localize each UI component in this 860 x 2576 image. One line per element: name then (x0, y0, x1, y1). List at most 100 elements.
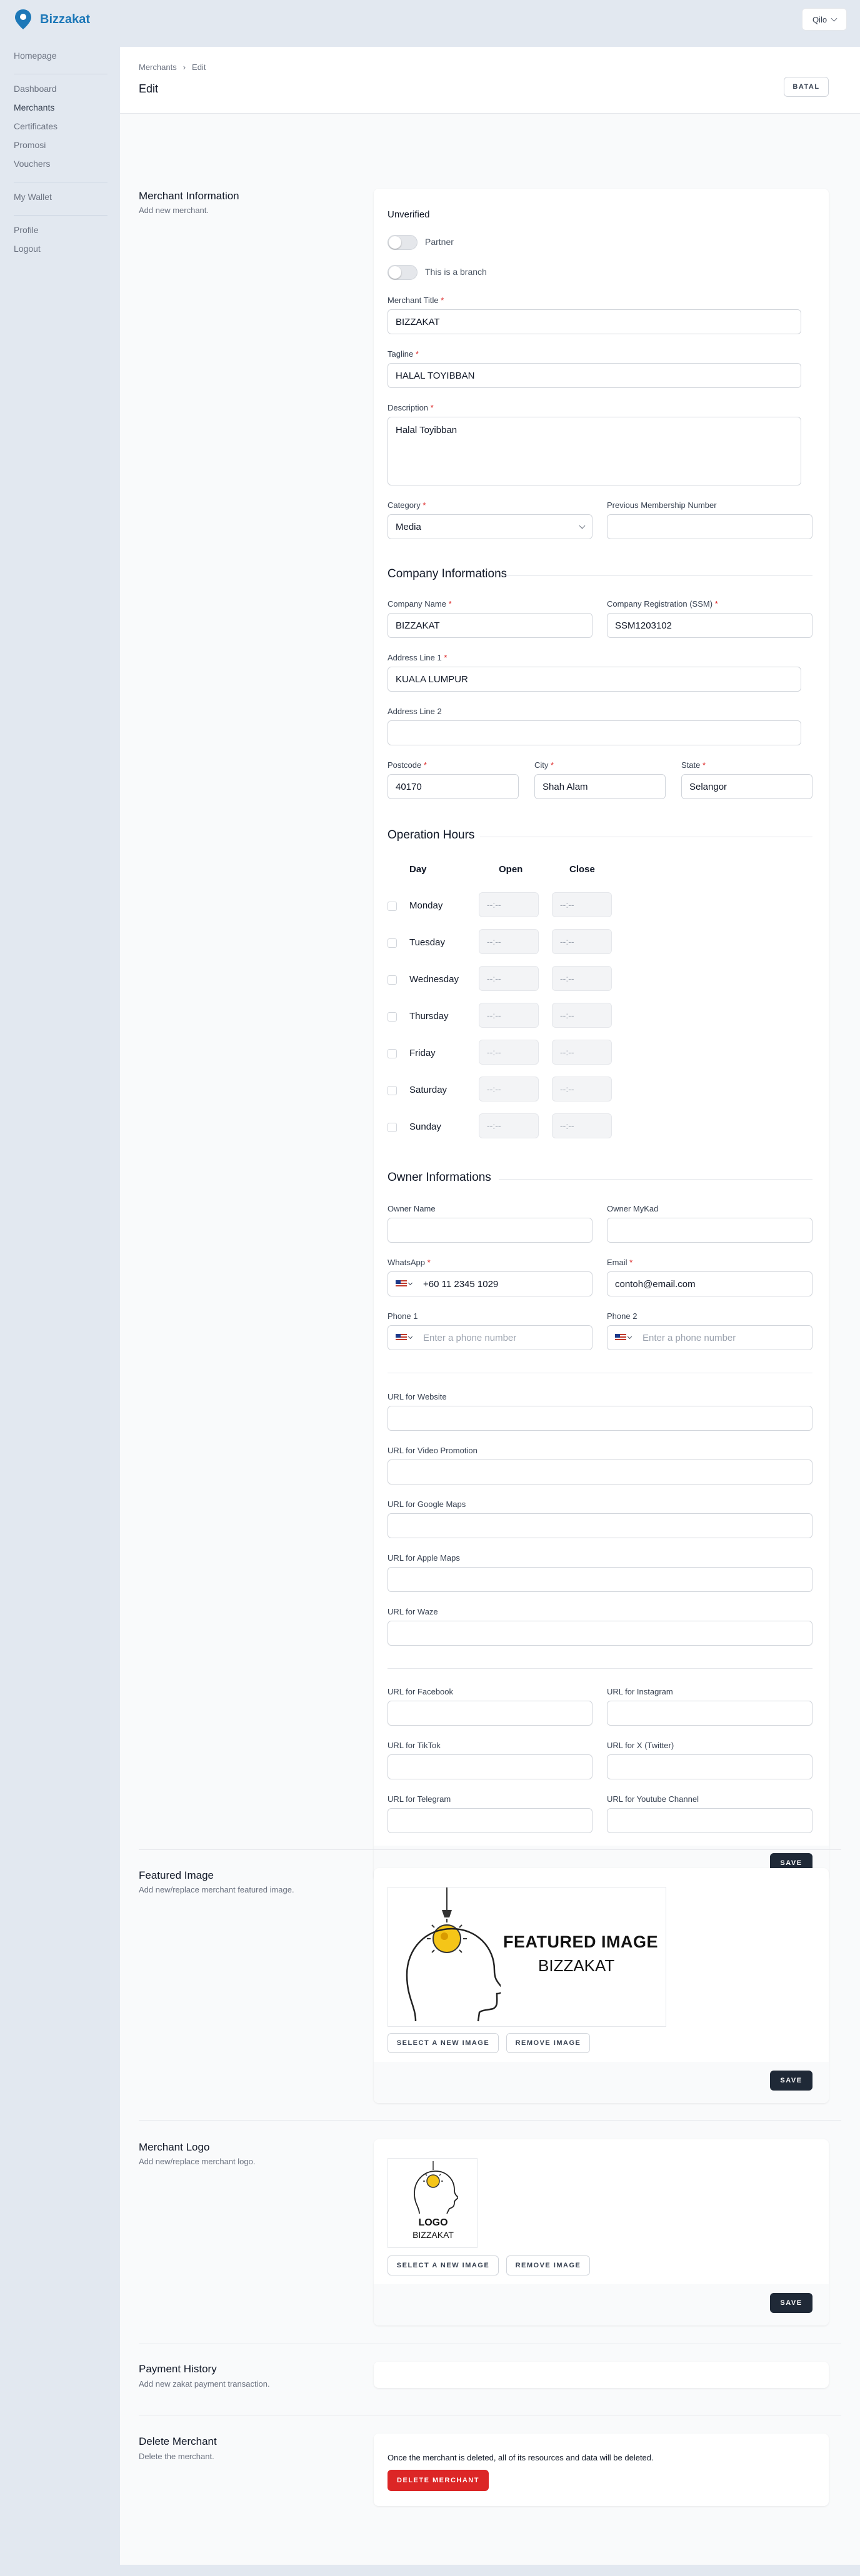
sidebar-item-promosi[interactable]: Promosi (14, 139, 114, 158)
delete-merchant-button[interactable]: DELETE MERCHANT (388, 2470, 489, 2491)
email-label: Email * (607, 1258, 633, 1267)
close-time-input[interactable]: --:-- (552, 892, 612, 917)
user-menu-button[interactable]: Qilo (802, 8, 847, 31)
branch-toggle[interactable] (388, 265, 418, 280)
url-google-maps-input[interactable] (388, 1513, 812, 1538)
sidebar-item-my-wallet[interactable]: My Wallet (14, 191, 114, 210)
select-image-button[interactable]: SELECT A NEW IMAGE (388, 2255, 499, 2275)
day-checkbox[interactable] (388, 938, 397, 948)
prev-membership-input[interactable] (607, 514, 812, 539)
cancel-button[interactable]: BATAL (784, 77, 829, 97)
description-textarea[interactable]: Halal Toyibban (388, 417, 801, 485)
url-telegram-input[interactable] (388, 1808, 592, 1833)
url-video-input[interactable] (388, 1460, 812, 1484)
sidebar-item-profile[interactable]: Profile (14, 224, 114, 243)
sidebar-item-certificates[interactable]: Certificates (14, 121, 114, 139)
open-time-input[interactable]: --:-- (479, 892, 539, 917)
url-facebook-input[interactable] (388, 1701, 592, 1726)
close-time-input[interactable]: --:-- (552, 1003, 612, 1028)
url-website-label: URL for Website (388, 1392, 447, 1401)
breadcrumb-merchants[interactable]: Merchants (139, 62, 177, 72)
remove-image-button[interactable]: REMOVE IMAGE (506, 2255, 590, 2275)
day-checkbox[interactable] (388, 1086, 397, 1095)
url-apple-maps-input[interactable] (388, 1567, 812, 1592)
tagline-label: Tagline * (388, 349, 419, 359)
url-video-label: URL for Video Promotion (388, 1446, 478, 1455)
partner-toggle[interactable] (388, 235, 418, 250)
close-time-input[interactable]: --:-- (552, 1077, 612, 1102)
state-input[interactable]: Selangor (681, 774, 812, 799)
partner-toggle-label: Partner (425, 237, 454, 247)
merchant-info-card: Unverified Partner This is a branch Merc… (374, 189, 829, 1881)
head-lightbulb-illustration (414, 2161, 458, 2214)
url-instagram-input[interactable] (607, 1701, 812, 1726)
open-time-input[interactable]: --:-- (479, 1003, 539, 1028)
day-checkbox[interactable] (388, 902, 397, 911)
close-time-input[interactable]: --:-- (552, 1040, 612, 1065)
sidebar-item-merchants[interactable]: Merchants (14, 102, 114, 121)
day-checkbox[interactable] (388, 975, 397, 985)
open-time-input[interactable]: --:-- (479, 1077, 539, 1102)
postcode-input[interactable]: 40170 (388, 774, 519, 799)
sidebar-item-vouchers[interactable]: Vouchers (14, 158, 114, 177)
url-youtube-input[interactable] (607, 1808, 812, 1833)
open-time-input[interactable]: --:-- (479, 1040, 539, 1065)
phone1-input[interactable]: Enter a phone number (388, 1325, 592, 1350)
select-image-button[interactable]: SELECT A NEW IMAGE (388, 2033, 499, 2053)
open-time-input[interactable]: --:-- (479, 966, 539, 991)
remove-image-button[interactable]: REMOVE IMAGE (506, 2033, 590, 2053)
country-flag-selector[interactable] (615, 1334, 635, 1341)
day-checkbox[interactable] (388, 1123, 397, 1132)
breadcrumb-edit: Edit (192, 62, 206, 72)
postcode-label: Postcode * (388, 760, 427, 770)
day-checkbox[interactable] (388, 1012, 397, 1022)
open-time-input[interactable]: --:-- (479, 929, 539, 954)
phone2-label: Phone 2 (607, 1311, 638, 1321)
owner-mykad-label: Owner MyKad (607, 1204, 659, 1213)
url-website-input[interactable] (388, 1406, 812, 1431)
logo-image-preview: LOGO BIZZAKAT (388, 2158, 478, 2248)
save-button[interactable]: SAVE (770, 2293, 812, 2313)
url-waze-input[interactable] (388, 1621, 812, 1646)
url-x-label: URL for X (Twitter) (607, 1741, 674, 1750)
phone2-input[interactable]: Enter a phone number (607, 1325, 812, 1350)
brand-logo[interactable]: Bizzakat (14, 9, 90, 30)
company-reg-input[interactable]: SSM1203102 (607, 613, 812, 638)
sidebar-item-dashboard[interactable]: Dashboard (14, 83, 114, 102)
category-select[interactable]: Media (388, 514, 592, 539)
tagline-input[interactable]: HALAL TOYIBBAN (388, 363, 801, 388)
open-time-input[interactable]: --:-- (479, 1113, 539, 1138)
url-x-input[interactable] (607, 1754, 812, 1779)
sidebar-item-logout[interactable]: Logout (14, 243, 114, 262)
chevron-down-icon (408, 1334, 413, 1340)
country-flag-selector[interactable] (396, 1280, 416, 1288)
close-time-input[interactable]: --:-- (552, 966, 612, 991)
delete-warning-text: Once the merchant is deleted, all of its… (388, 2453, 654, 2462)
day-label: Saturday (409, 1085, 448, 1095)
chevron-down-icon (831, 15, 838, 21)
whatsapp-input[interactable]: +60 11 2345 1029 (388, 1271, 592, 1296)
company-heading: Company Informations (388, 567, 508, 580)
address2-input[interactable] (388, 720, 801, 745)
hours-col-close: Close (569, 864, 595, 875)
company-name-input[interactable]: BIZZAKAT (388, 613, 592, 638)
close-time-input[interactable]: --:-- (552, 929, 612, 954)
day-label: Sunday (409, 1121, 441, 1132)
sidebar-item-homepage[interactable]: Homepage (14, 50, 114, 69)
url-telegram-label: URL for Telegram (388, 1794, 451, 1804)
company-reg-label: Company Registration (SSM) * (607, 599, 718, 609)
owner-name-label: Owner Name (388, 1204, 436, 1213)
merchant-title-input[interactable]: BIZZAKAT (388, 309, 801, 334)
owner-mykad-input[interactable] (607, 1218, 812, 1243)
close-time-input[interactable]: --:-- (552, 1113, 612, 1138)
city-input[interactable]: Shah Alam (534, 774, 666, 799)
email-input[interactable]: contoh@email.com (607, 1271, 812, 1296)
day-label: Friday (409, 1048, 436, 1058)
country-flag-selector[interactable] (396, 1334, 416, 1341)
day-checkbox[interactable] (388, 1049, 397, 1058)
owner-name-input[interactable] (388, 1218, 592, 1243)
save-button[interactable]: SAVE (770, 2071, 812, 2091)
delete-merchant-card: Once the merchant is deleted, all of its… (374, 2434, 829, 2506)
url-tiktok-input[interactable] (388, 1754, 592, 1779)
address1-input[interactable]: KUALA LUMPUR (388, 667, 801, 692)
